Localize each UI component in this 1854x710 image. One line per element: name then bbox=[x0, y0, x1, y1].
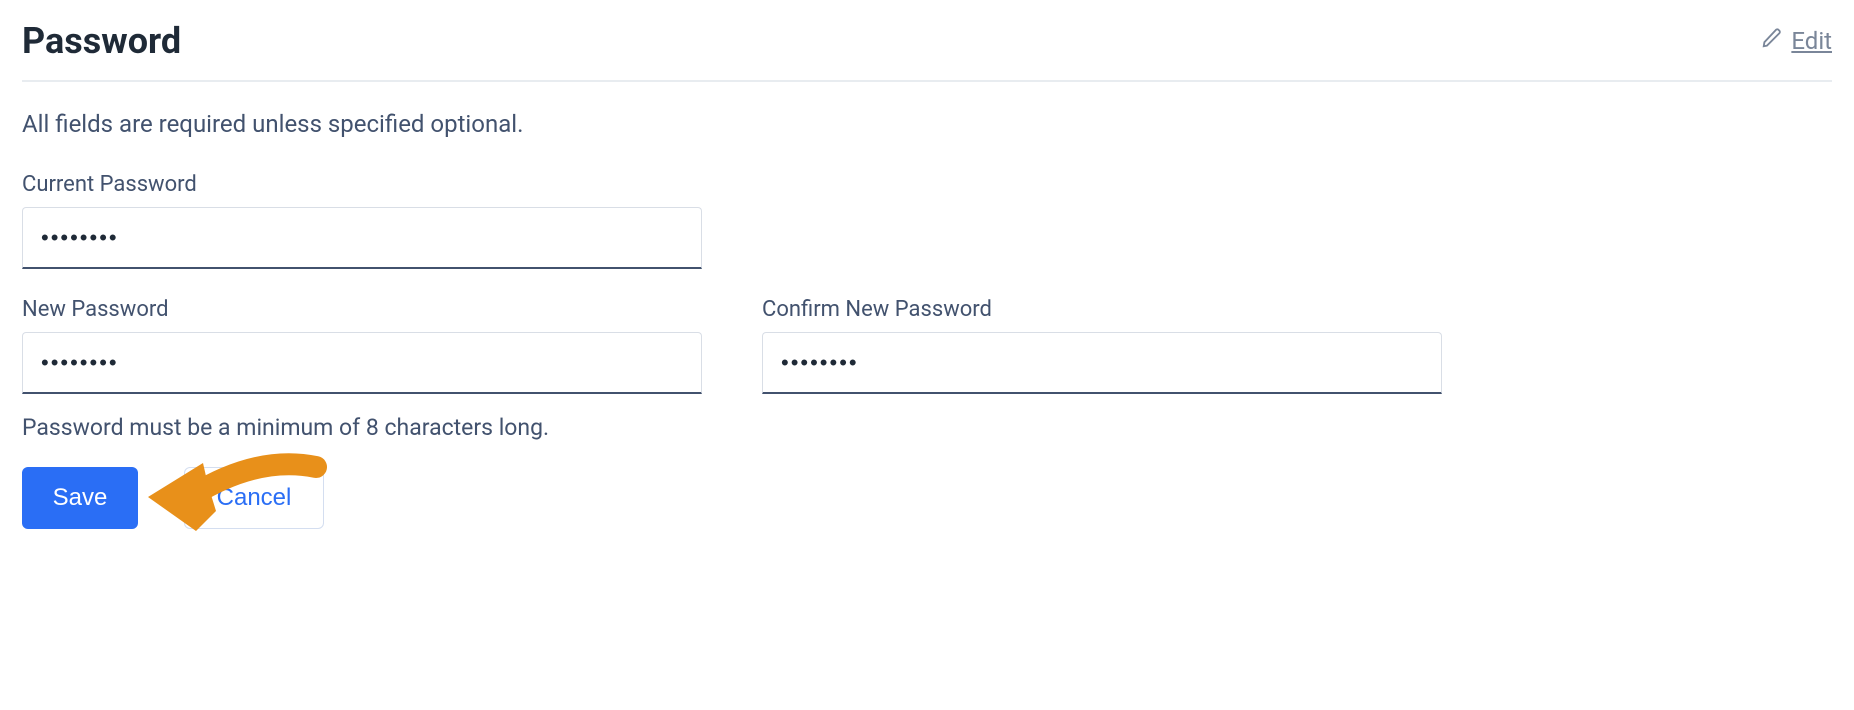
section-title: Password bbox=[22, 20, 181, 62]
confirm-password-input[interactable] bbox=[762, 332, 1442, 394]
new-password-group: New Password bbox=[22, 297, 702, 394]
current-password-input[interactable] bbox=[22, 207, 702, 269]
section-header: Password Edit bbox=[22, 20, 1832, 82]
current-password-group: Current Password bbox=[22, 172, 702, 269]
edit-link[interactable]: Edit bbox=[1761, 27, 1832, 55]
confirm-password-group: Confirm New Password bbox=[762, 297, 1442, 394]
form-instruction: All fields are required unless specified… bbox=[22, 110, 1832, 138]
new-password-helper: Password must be a minimum of 8 characte… bbox=[22, 414, 1832, 441]
cancel-button[interactable]: Cancel bbox=[184, 467, 324, 529]
save-button[interactable]: Save bbox=[22, 467, 138, 529]
action-row: Save Cancel bbox=[22, 467, 1832, 529]
confirm-password-label: Confirm New Password bbox=[762, 297, 1442, 322]
new-password-input[interactable] bbox=[22, 332, 702, 394]
pencil-icon bbox=[1761, 27, 1783, 55]
edit-link-label: Edit bbox=[1791, 27, 1832, 55]
current-password-label: Current Password bbox=[22, 172, 702, 197]
new-password-label: New Password bbox=[22, 297, 702, 322]
